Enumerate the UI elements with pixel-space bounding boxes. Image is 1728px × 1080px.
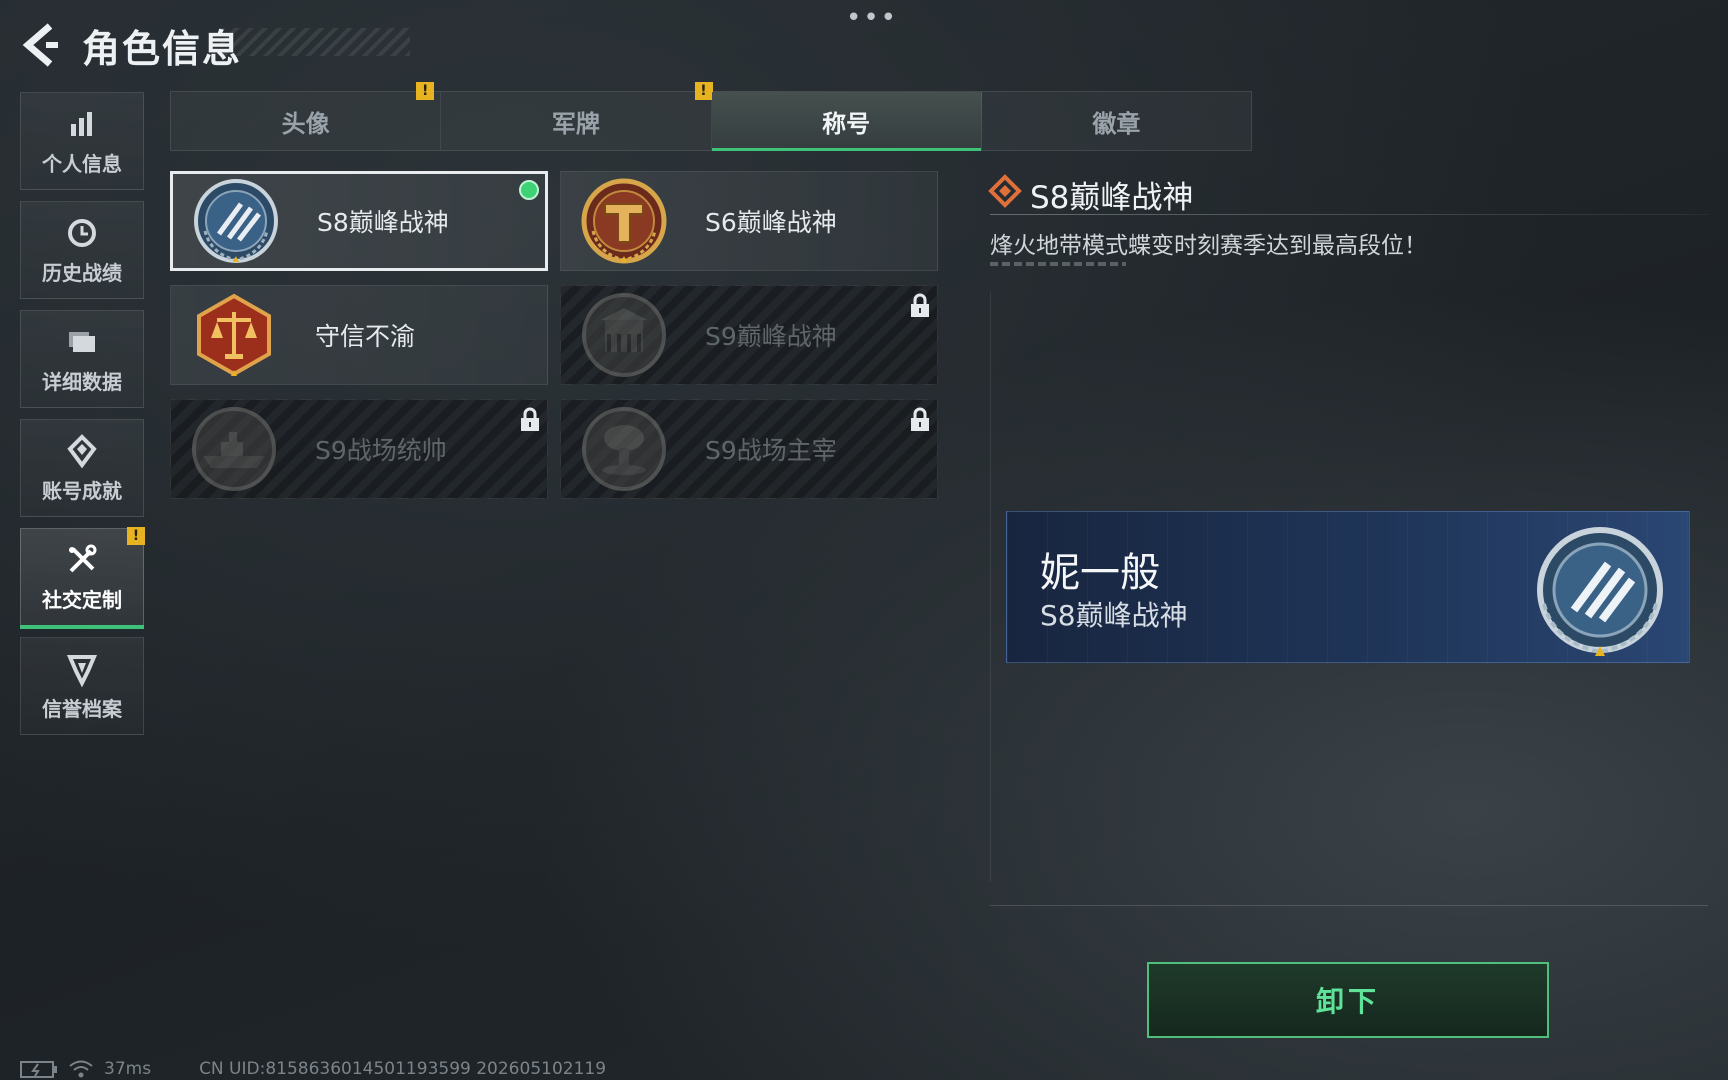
tab-title[interactable]: 称号 bbox=[711, 92, 982, 151]
equipped-indicator bbox=[519, 180, 539, 200]
warning-badge: ! bbox=[694, 82, 713, 100]
sidebar-item-label: 详细数据 bbox=[42, 369, 122, 394]
title-decoration bbox=[220, 28, 410, 56]
blue-laurel-emblem-icon bbox=[1537, 527, 1663, 656]
frame-line bbox=[990, 292, 991, 882]
sidebar-item-achievements[interactable]: 账号成就 bbox=[20, 419, 144, 517]
warship-emblem-icon bbox=[192, 407, 276, 491]
sidebar: 个人信息 历史战绩 详细数据 账号成就 ! 社交定制 信誉档案 bbox=[20, 92, 145, 746]
lock-icon bbox=[911, 407, 929, 431]
page-title: 角色信息 bbox=[82, 27, 243, 71]
mushroom-cloud-emblem-icon bbox=[582, 407, 666, 491]
sidebar-item-label: 账号成就 bbox=[42, 478, 122, 503]
more-dots-icon[interactable]: ••• bbox=[846, 5, 896, 31]
frame-line bbox=[990, 905, 1708, 906]
sidebar-item-label: 历史战绩 bbox=[42, 260, 122, 285]
wifi-icon bbox=[69, 1060, 93, 1078]
tab-label: 头像 bbox=[281, 109, 330, 138]
sidebar-item-label: 信誉档案 bbox=[42, 696, 122, 721]
scales-emblem-icon bbox=[197, 293, 271, 377]
title-card-s9-peak[interactable]: S9巅峰战神 bbox=[560, 285, 938, 385]
sidebar-item-reputation[interactable]: 信誉档案 bbox=[20, 637, 144, 735]
uid-text: CN UID:8158636014501193599 202605102119 bbox=[199, 1059, 607, 1079]
title-card-s8-peak[interactable]: S8巅峰战神 bbox=[170, 171, 548, 271]
sidebar-item-history[interactable]: 历史战绩 bbox=[20, 201, 144, 299]
preview-title: S8巅峰战神 bbox=[1040, 599, 1188, 632]
unequip-button[interactable]: 卸下 bbox=[1147, 962, 1549, 1038]
category-tabs: 头像 ! 军牌 ! 称号 徽章 bbox=[170, 82, 1252, 151]
lock-icon bbox=[911, 293, 929, 317]
tab-label: 称号 bbox=[822, 109, 871, 138]
title-card-s6-peak[interactable]: S6巅峰战神 bbox=[560, 171, 938, 271]
sidebar-item-social-custom[interactable]: ! 社交定制 bbox=[20, 527, 145, 629]
sidebar-item-personal-info[interactable]: 个人信息 bbox=[20, 92, 144, 190]
warning-badge: ! bbox=[127, 527, 145, 545]
title-card-label: S9战场主宰 bbox=[705, 436, 837, 465]
sidebar-item-label: 个人信息 bbox=[42, 151, 122, 176]
detail-description: 烽火地带模式蝶变时刻赛季达到最高段位！ bbox=[990, 233, 1427, 259]
battery-icon bbox=[20, 1061, 57, 1078]
reputation-icon bbox=[66, 654, 98, 687]
tools-icon bbox=[69, 544, 97, 572]
title-card-label: S8巅峰战神 bbox=[317, 208, 449, 237]
sidebar-item-detailed-data[interactable]: 详细数据 bbox=[20, 310, 144, 408]
tab-avatar[interactable]: 头像 ! bbox=[171, 82, 442, 150]
detail-title: S8巅峰战神 bbox=[1030, 180, 1194, 216]
ping-text: 37ms bbox=[104, 1059, 152, 1079]
lock-icon bbox=[521, 407, 539, 431]
sidebar-item-label: 社交定制 bbox=[42, 587, 122, 612]
tab-badge[interactable]: 徽章 bbox=[982, 92, 1251, 150]
preview-player-name: 妮一般 bbox=[1040, 550, 1160, 596]
title-card-label: 守信不渝 bbox=[315, 322, 416, 351]
chevron-left-icon[interactable] bbox=[20, 22, 60, 68]
divider bbox=[990, 214, 1708, 215]
tab-label: 军牌 bbox=[551, 109, 600, 138]
title-card-s9-commander[interactable]: S9战场统帅 bbox=[170, 399, 548, 499]
bar-chart-icon bbox=[71, 111, 92, 136]
achievement-icon bbox=[67, 433, 97, 468]
status-bar: 37ms CN UID:8158636014501193599 20260510… bbox=[20, 1058, 606, 1080]
title-card-label: S6巅峰战神 bbox=[705, 208, 837, 237]
title-card-label: S9巅峰战神 bbox=[705, 322, 837, 351]
building-emblem-icon bbox=[582, 293, 666, 377]
history-clock-icon bbox=[68, 218, 96, 247]
tab-label: 徽章 bbox=[1092, 109, 1141, 138]
blue-laurel-emblem-icon bbox=[194, 179, 278, 263]
title-card-label: S9战场统帅 bbox=[315, 436, 447, 465]
folder-icon bbox=[69, 331, 95, 352]
diamond-marker-icon bbox=[988, 174, 1022, 208]
decoration-dots bbox=[990, 262, 1126, 266]
title-card-trustworthy[interactable]: 守信不渝 bbox=[170, 285, 548, 385]
warning-badge: ! bbox=[416, 82, 435, 100]
tab-dog-tag[interactable]: 军牌 ! bbox=[441, 82, 713, 150]
bronze-t-emblem-icon bbox=[581, 178, 667, 264]
title-card-s9-dominator[interactable]: S9战场主宰 bbox=[560, 399, 938, 499]
